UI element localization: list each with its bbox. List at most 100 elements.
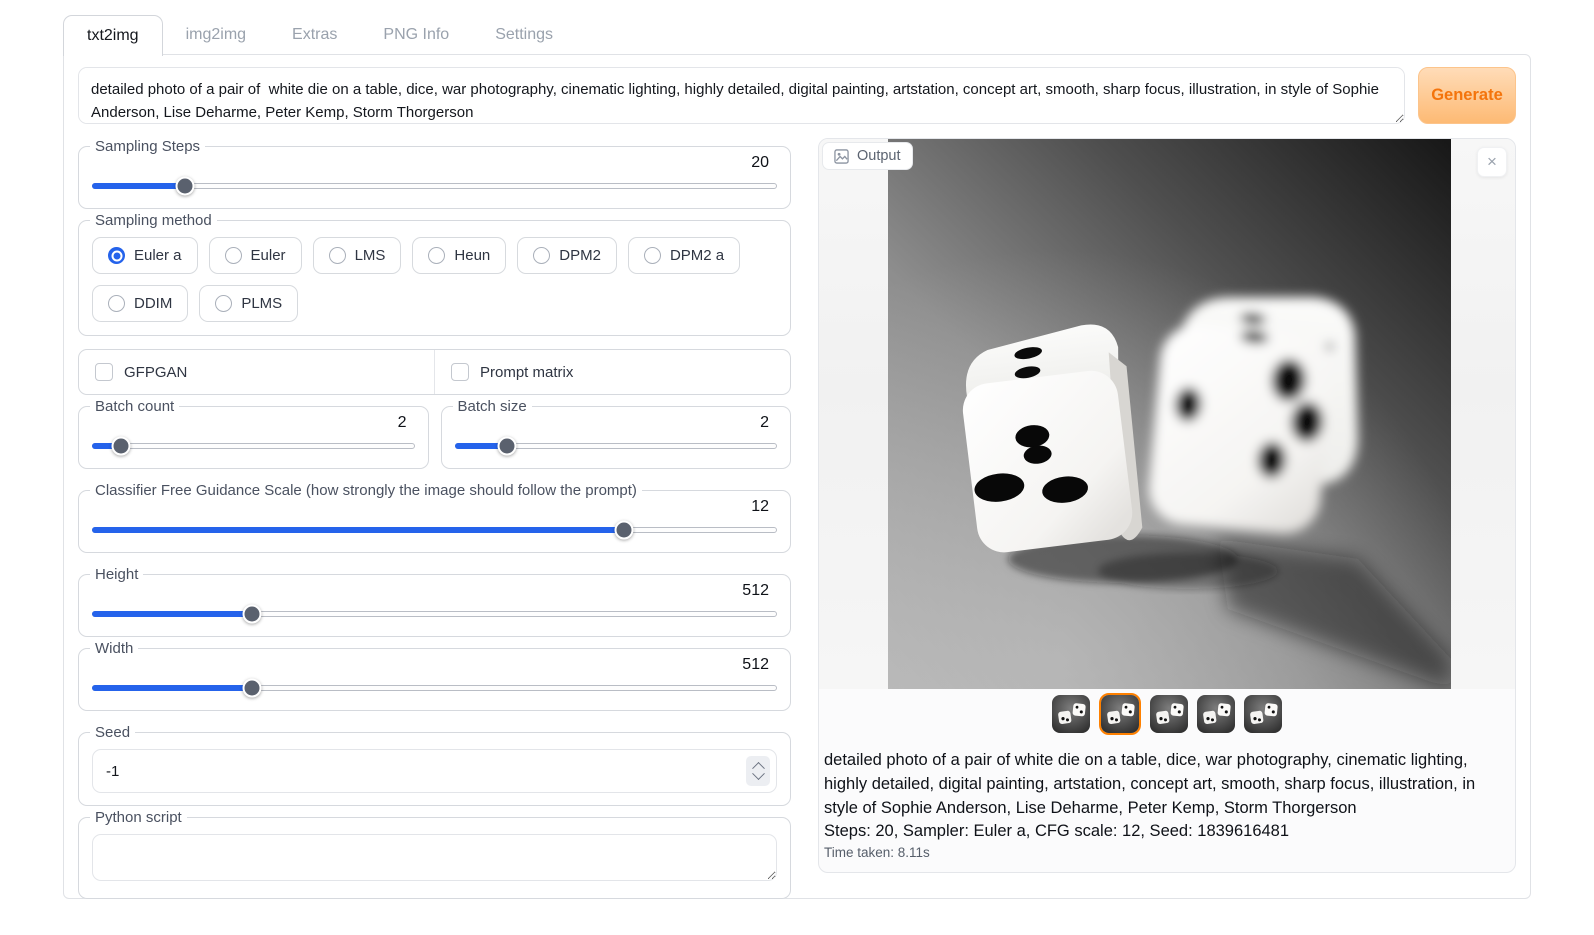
radio-label: PLMS (241, 295, 282, 312)
preview-right-blur (1451, 139, 1515, 689)
output-image-dice-photo[interactable] (888, 139, 1451, 689)
seed-stepper[interactable] (746, 756, 770, 786)
width-value: 512 (92, 656, 777, 674)
slider-handle[interactable] (242, 605, 261, 624)
gallery-thumbnail-3[interactable] (1150, 695, 1188, 733)
radio-unselected-icon[interactable] (428, 247, 445, 264)
python-script-group: Python script (78, 809, 791, 899)
close-icon[interactable]: × (1477, 147, 1507, 177)
gallery-thumbnails (819, 689, 1515, 739)
sampling-method-group: Sampling method Euler a Euler LMS Heun DPM2 D… (78, 212, 791, 336)
prompt-matrix-checkbox[interactable]: Prompt matrix (434, 350, 790, 394)
radio-label: Heun (454, 247, 490, 264)
radio-label: Euler (251, 247, 286, 264)
radio-dpm2-a[interactable]: DPM2 a (628, 237, 740, 274)
tab-png-info[interactable]: PNG Info (360, 15, 472, 55)
radio-unselected-icon[interactable] (329, 247, 346, 264)
prompt-input[interactable]: detailed photo of a pair of white die on… (78, 67, 1405, 124)
cfg-scale-value: 12 (92, 498, 777, 516)
radio-label: LMS (355, 247, 386, 264)
radio-ddim[interactable]: DDIM (92, 285, 188, 322)
gallery-thumbnail-4[interactable] (1197, 695, 1235, 733)
tab-bar: txt2imgimg2imgExtrasPNG InfoSettings (63, 15, 1531, 55)
settings-column: Sampling Steps 20 Sampling method Euler … (78, 138, 791, 912)
output-panel: Output × (818, 138, 1516, 873)
radio-label: DPM2 a (670, 247, 724, 264)
radio-euler[interactable]: Euler (209, 237, 302, 274)
checkbox-icon[interactable] (95, 363, 113, 381)
prompt-row: detailed photo of a pair of white die on… (78, 67, 1516, 124)
slider-track[interactable] (92, 183, 777, 189)
height-label: Height (90, 566, 143, 583)
batch-count-group: Batch count 2 (78, 398, 429, 469)
radio-lms[interactable]: LMS (313, 237, 402, 274)
radio-euler-a[interactable]: Euler a (92, 237, 198, 274)
info-prompt-text: detailed photo of a pair of white die on… (824, 749, 1505, 820)
output-label-text: Output (857, 148, 901, 164)
sampling-method-options: Euler a Euler LMS Heun DPM2 DPM2 a DDIM PLMS (92, 237, 777, 322)
radio-unselected-icon[interactable] (108, 295, 125, 312)
radio-dpm2[interactable]: DPM2 (517, 237, 617, 274)
height-group: Height 512 (78, 566, 791, 637)
width-group: Width 512 (78, 640, 791, 711)
gallery-thumbnail-5[interactable] (1244, 695, 1282, 733)
main-panel: detailed photo of a pair of white die on… (63, 54, 1531, 899)
slider-handle[interactable] (497, 437, 516, 456)
radio-unselected-icon[interactable] (225, 247, 242, 264)
generate-button[interactable]: Generate (1418, 67, 1516, 124)
sampling-steps-label: Sampling Steps (90, 138, 205, 155)
batch-count-slider[interactable] (92, 437, 415, 456)
cfg-scale-slider[interactable] (92, 521, 777, 540)
radio-unselected-icon[interactable] (644, 247, 661, 264)
slider-fill (92, 183, 185, 189)
image-icon (834, 149, 849, 164)
output-panel-label: Output (822, 142, 913, 170)
seed-group: Seed (78, 724, 791, 806)
radio-label: DDIM (134, 295, 172, 312)
slider-handle[interactable] (615, 521, 634, 540)
sampling-steps-slider[interactable] (92, 177, 777, 196)
radio-unselected-icon[interactable] (215, 295, 232, 312)
height-slider[interactable] (92, 605, 777, 624)
batch-size-label: Batch size (453, 398, 532, 415)
slider-handle[interactable] (243, 679, 262, 698)
slider-fill (92, 685, 252, 691)
radio-plms[interactable]: PLMS (199, 285, 298, 322)
tab-txt2img[interactable]: txt2img (63, 15, 163, 56)
tab-extras[interactable]: Extras (269, 15, 360, 55)
gallery-preview (819, 139, 1515, 689)
gfpgan-label: GFPGAN (124, 364, 187, 381)
python-script-label: Python script (90, 809, 187, 826)
options-group: GFPGAN Prompt matrix (78, 349, 791, 395)
info-params-text: Steps: 20, Sampler: Euler a, CFG scale: … (824, 822, 1505, 841)
python-script-input[interactable] (92, 834, 777, 881)
seed-input[interactable] (92, 749, 777, 793)
width-slider[interactable] (92, 679, 777, 698)
preview-left-blur (819, 139, 888, 689)
radio-selected-icon[interactable] (108, 247, 125, 264)
slider-handle[interactable] (176, 177, 195, 196)
checkbox-icon[interactable] (451, 363, 469, 381)
gfpgan-checkbox[interactable]: GFPGAN (79, 350, 434, 394)
radio-heun[interactable]: Heun (412, 237, 506, 274)
sampling-steps-value: 20 (92, 154, 777, 172)
gallery-thumbnail-2-selected[interactable] (1099, 693, 1141, 735)
tab-settings[interactable]: Settings (472, 15, 576, 55)
slider-fill (92, 527, 624, 533)
batch-size-slider[interactable] (455, 437, 778, 456)
slider-fill (92, 611, 252, 617)
sampling-method-label: Sampling method (90, 212, 217, 229)
prompt-matrix-label: Prompt matrix (480, 364, 573, 381)
slider-handle[interactable] (112, 437, 131, 456)
width-label: Width (90, 640, 138, 657)
batch-count-label: Batch count (90, 398, 179, 415)
tab-img2img[interactable]: img2img (163, 15, 269, 55)
radio-unselected-icon[interactable] (533, 247, 550, 264)
gallery-thumbnail-1[interactable] (1052, 695, 1090, 733)
batch-size-value: 2 (455, 414, 778, 432)
generation-info: detailed photo of a pair of white die on… (819, 739, 1515, 872)
sampling-steps-group: Sampling Steps 20 (78, 138, 791, 209)
batch-size-group: Batch size 2 (441, 398, 792, 469)
radio-label: DPM2 (559, 247, 601, 264)
slider-track[interactable] (92, 443, 415, 449)
